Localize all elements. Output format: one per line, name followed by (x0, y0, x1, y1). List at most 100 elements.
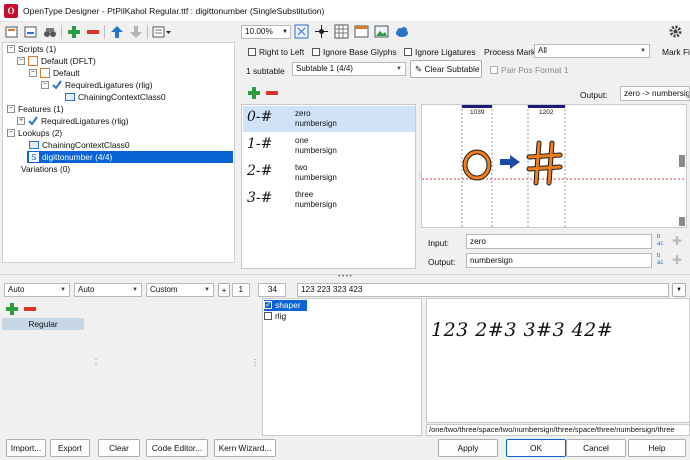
move-up-icon[interactable] (109, 25, 124, 40)
fit-icon[interactable] (294, 24, 309, 39)
crosshair-icon[interactable] (314, 24, 329, 39)
checkbox-box[interactable] (490, 66, 498, 74)
scroll-end-marker[interactable] (679, 217, 685, 226)
collapse-toggle[interactable]: − (41, 81, 49, 89)
preview-canvas (422, 105, 686, 227)
lookup-icon (65, 92, 75, 102)
add-size-button[interactable]: + (218, 283, 230, 297)
tree-node-variations[interactable]: Variations (0) (21, 163, 70, 175)
export-button[interactable]: Export (50, 439, 90, 457)
size-mode-select[interactable]: Custom ▼ (146, 283, 214, 297)
splitter-handle[interactable]: ⋮ (417, 104, 423, 269)
line-count-spinner[interactable]: 1 (232, 283, 250, 297)
cloud-icon[interactable] (394, 24, 409, 39)
collapse-toggle[interactable]: − (7, 45, 15, 53)
cancel-button[interactable]: Cancel (566, 439, 626, 457)
add-icon[interactable] (66, 25, 81, 40)
menu-dropdown-icon[interactable] (152, 25, 172, 40)
grid-icon[interactable] (334, 24, 349, 39)
collapse-toggle[interactable]: − (29, 69, 37, 77)
collapse-toggle[interactable]: − (7, 105, 15, 113)
import-button[interactable]: Import... (6, 439, 46, 457)
new-script-icon[interactable] (4, 25, 19, 40)
case-icon[interactable]: b ac (657, 253, 663, 267)
case-icon[interactable]: b ac (657, 234, 663, 248)
binoculars-icon[interactable] (42, 25, 57, 40)
feature-item-shaper[interactable]: ✓ shaper (264, 300, 307, 311)
process-marks-select[interactable]: All ▼ (534, 44, 650, 58)
list-item[interactable]: 2-# two numbersign (243, 160, 415, 186)
help-button[interactable]: Help (628, 439, 686, 457)
tree-node-lookups[interactable]: − Lookups (2) (7, 127, 62, 139)
zoom-select[interactable]: 10.00% ▼ (241, 25, 291, 39)
tree-node-features[interactable]: − Features (1) (7, 103, 64, 115)
image-icon[interactable] (374, 24, 389, 39)
checkbox-checked[interactable]: ✓ (264, 300, 272, 309)
tree-node-required-ligatures[interactable]: − RequiredLigatures (rlig) (41, 79, 153, 91)
right-advance-value: 1202 (539, 109, 554, 116)
tree-node-scripts[interactable]: − Scripts (1) (7, 43, 56, 55)
substitution-list[interactable]: 0-# zero numbersign 1-# one numbersign 2-# tw… (241, 104, 416, 269)
script-select[interactable]: Auto ▼ (74, 283, 142, 297)
collapse-toggle[interactable]: − (17, 57, 25, 65)
right-to-left-checkbox[interactable]: Right to Left (248, 47, 304, 57)
tree-node-digittonumber[interactable]: Sdigittonumber (4/4) (27, 151, 233, 163)
remove-icon[interactable] (85, 25, 100, 40)
collapse-toggle[interactable]: − (7, 129, 15, 137)
sample-text-dropdown[interactable]: ▼ (672, 283, 686, 297)
rendered-sample-text: 123 2#3 3#3 42# (431, 319, 614, 341)
list-item[interactable]: 0-# zero numbersign (243, 106, 415, 132)
splitter-handle[interactable]: ⋮ (251, 300, 259, 436)
remove-style-icon[interactable] (22, 301, 37, 316)
table-icon[interactable] (354, 24, 369, 39)
expand-toggle[interactable]: + (17, 117, 25, 125)
move-down-icon[interactable] (128, 25, 143, 40)
remove-pair-icon[interactable] (264, 85, 279, 100)
input-glyph-field[interactable]: zero (466, 234, 652, 249)
output-field[interactable]: zero -> numbersign (620, 86, 690, 101)
ignore-ligatures-checkbox[interactable]: Ignore Ligatures (404, 47, 476, 57)
kern-wizard-button[interactable]: Kern Wizard... (214, 439, 276, 457)
clear-button[interactable]: Clear (98, 439, 140, 457)
add-disabled-icon: ✚ (672, 234, 683, 248)
clear-subtable-button[interactable]: ✎ Clear Subtable (410, 60, 482, 78)
splitter-handle[interactable]: ⋮ (92, 300, 100, 436)
ok-button[interactable]: OK (506, 439, 566, 457)
list-item[interactable]: 3-# three numbersign (243, 187, 415, 213)
code-editor-button[interactable]: Code Editor... (146, 439, 208, 457)
add-style-icon[interactable] (4, 301, 19, 316)
checkbox-box[interactable] (248, 48, 256, 56)
ignore-base-glyphs-checkbox[interactable]: Ignore Base Glyphs (312, 47, 397, 57)
subtable-count: 1 subtable (246, 66, 285, 76)
horizontal-splitter[interactable]: • • • • (0, 274, 690, 280)
vertical-scrollbar-thumb[interactable] (679, 155, 685, 167)
direction-select[interactable]: Auto ▼ (4, 283, 70, 297)
tree-node-default-dflt[interactable]: − Default (DFLT) (17, 55, 96, 67)
feature-tree[interactable]: − Scripts (1) − Default (DFLT) − Default − R… (2, 42, 235, 263)
style-column-header[interactable]: Regular (2, 318, 84, 330)
sample-text-input[interactable]: 123 223 323 423 (297, 283, 669, 297)
lookup-icon (29, 140, 39, 150)
zero-glyph (462, 149, 492, 181)
add-pair-icon[interactable] (246, 85, 261, 100)
tree-node-chaining-context[interactable]: ChainingContextClass0 (65, 91, 166, 103)
apply-button[interactable]: Apply (438, 439, 498, 457)
checkbox-box[interactable] (404, 48, 412, 56)
checkbox-box[interactable] (312, 48, 320, 56)
title-bar: O OpenType Designer - PtPilKahol Regular… (0, 0, 690, 22)
feature-toggle-list[interactable]: ✓ shaper rlig (262, 298, 422, 436)
tree-node-lookup-chaining[interactable]: ChainingContextClass0 (29, 139, 130, 151)
feature-item-rlig[interactable]: rlig (264, 311, 286, 322)
output-glyph-field[interactable]: numbersign (466, 253, 652, 268)
pair-pos-format-checkbox[interactable]: Pair Pos Format 1 (490, 65, 569, 75)
tree-node-feature-rlig[interactable]: + RequiredLigatures (rlig) (17, 115, 129, 127)
new-feature-icon[interactable] (23, 25, 38, 40)
add-disabled-icon: ✚ (672, 253, 683, 267)
tree-node-default[interactable]: − Default (29, 67, 80, 79)
single-substitution-icon: S (29, 152, 39, 162)
list-item[interactable]: 1-# one numbersign (243, 133, 415, 159)
subtable-select[interactable]: Subtable 1 (4/4) ▼ (292, 62, 406, 76)
checkbox-box[interactable] (264, 312, 272, 320)
settings-gear-icon[interactable] (668, 24, 683, 39)
font-size-spinner[interactable]: 34 (258, 283, 286, 297)
